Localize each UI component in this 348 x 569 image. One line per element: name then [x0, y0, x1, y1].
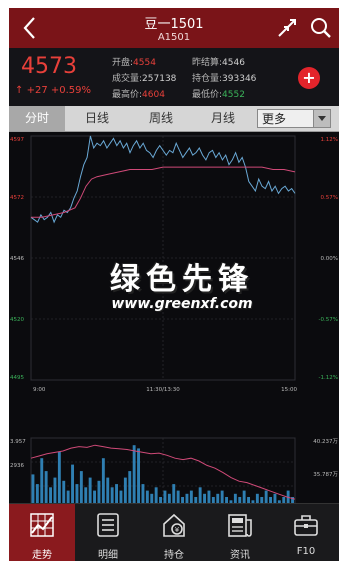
price-tick-label-left: 4546 [10, 256, 24, 262]
high-field: 最高价:4604 [112, 87, 165, 100]
volume-bar [137, 448, 140, 510]
low-value: 4552 [222, 90, 245, 100]
price-tick-label-right: -0.57% [319, 317, 338, 323]
open-interest-field: 持仓量:393346 [192, 71, 256, 84]
nav-position[interactable]: ¥ 持仓 [141, 504, 207, 561]
chevron-down-icon [313, 110, 330, 127]
price-tick-label-right: -1.12% [319, 375, 338, 381]
last-price: 4573 [21, 54, 77, 79]
change-percent: +0.59% [50, 85, 92, 96]
open-label: 开盘: [112, 58, 134, 68]
tab-intraday[interactable]: 分时 [9, 106, 65, 131]
more-select-value: 更多 [262, 112, 287, 126]
volume-tick-label-right: 35.787万 [313, 471, 338, 478]
high-label: 最高价: [112, 90, 143, 100]
intraday-chart[interactable]: 4597 4572 4546 4520 4495 1.12% 0.57% 0.00% -0.57… [9, 132, 339, 512]
high-value: 4604 [142, 90, 165, 100]
volume-tick-label-left: 2936 [10, 463, 24, 469]
prev-settle-value: 4546 [222, 58, 245, 68]
open-interest-value: 393346 [222, 74, 257, 84]
tab-weekly[interactable]: 周线 [133, 106, 189, 131]
trend-icon [30, 513, 54, 537]
app-header: 豆一1501 A1501 [9, 8, 339, 48]
tab-monthly[interactable]: 月线 [195, 106, 251, 131]
nav-details[interactable]: 明细 [75, 504, 141, 561]
price-tick-label-left: 4597 [10, 137, 24, 143]
nav-details-label: 明细 [98, 550, 118, 561]
price-tick-label-right: 0.00% [321, 256, 338, 262]
nav-news[interactable]: 资讯 [207, 504, 273, 561]
open-interest-label: 持仓量: [192, 74, 223, 84]
list-icon [97, 513, 119, 537]
time-tick-label: 9:00 [33, 387, 46, 393]
period-tabs: 分时 日线 周线 月线 更多 [9, 106, 339, 132]
open-value: 4554 [133, 58, 156, 68]
price-axis-labels: 4597 4572 4546 4520 4495 1.12% 0.57% 0.00% -0.57… [10, 137, 338, 381]
volume-value: 257138 [142, 74, 177, 84]
switch-arrows-icon[interactable] [275, 16, 299, 40]
position-icon: ¥ [163, 513, 185, 537]
time-tick-label: 11:30/13:30 [146, 387, 180, 393]
volume-bar [57, 451, 61, 510]
volume-tick-label-right: 40.237万 [313, 438, 338, 445]
price-tick-label-right: 1.12% [321, 137, 338, 143]
quote-panel: 4573 ↑ +27 +0.59% 开盘:4554 成交量:257138 最高价… [9, 48, 339, 106]
price-tick-label-left: 4495 [10, 375, 24, 381]
bottom-nav: 走势 明细 ¥ 持仓 资讯 F10 [9, 503, 339, 561]
price-tick-label-left: 4572 [10, 195, 24, 201]
time-tick-label: 15:00 [281, 387, 297, 393]
nav-trend-label: 走势 [32, 550, 52, 561]
nav-f10-label: F10 [296, 546, 316, 557]
volume-bar [132, 445, 136, 510]
open-field: 开盘:4554 [112, 55, 156, 68]
prev-settle-label: 昨结算: [192, 58, 223, 68]
nav-trend[interactable]: 走势 [9, 504, 75, 561]
briefcase-icon [294, 515, 318, 536]
volume-field: 成交量:257138 [112, 71, 176, 84]
more-select[interactable]: 更多 [257, 109, 331, 128]
price-change: ↑ +27 +0.59% [15, 85, 91, 96]
volume-grid [31, 438, 295, 510]
price-tick-label-right: 0.57% [321, 195, 338, 201]
low-field: 最低价:4552 [192, 87, 245, 100]
nav-f10[interactable]: F10 [273, 504, 339, 561]
svg-text:¥: ¥ [175, 526, 180, 534]
news-icon [228, 514, 252, 537]
up-arrow-icon: ↑ [15, 85, 24, 96]
nav-news-label: 资讯 [230, 550, 250, 561]
volume-label: 成交量: [112, 74, 143, 84]
tab-daily[interactable]: 日线 [69, 106, 125, 131]
search-icon[interactable] [309, 16, 333, 40]
change-value: +27 [26, 85, 48, 96]
price-grid [31, 136, 295, 380]
add-favorite-button[interactable]: + [298, 67, 320, 89]
low-label: 最低价: [192, 90, 223, 100]
price-tick-label-left: 4520 [10, 317, 24, 323]
nav-position-label: 持仓 [164, 550, 184, 561]
prev-settle-field: 昨结算:4546 [192, 55, 245, 68]
volume-tick-label-left: 3.957 [10, 439, 26, 445]
phone-screen: 豆一1501 A1501 4573 ↑ +27 +0.59% 开盘:4554 成… [9, 8, 339, 561]
time-axis-labels: 9:00 11:30/13:30 15:00 [33, 387, 297, 393]
